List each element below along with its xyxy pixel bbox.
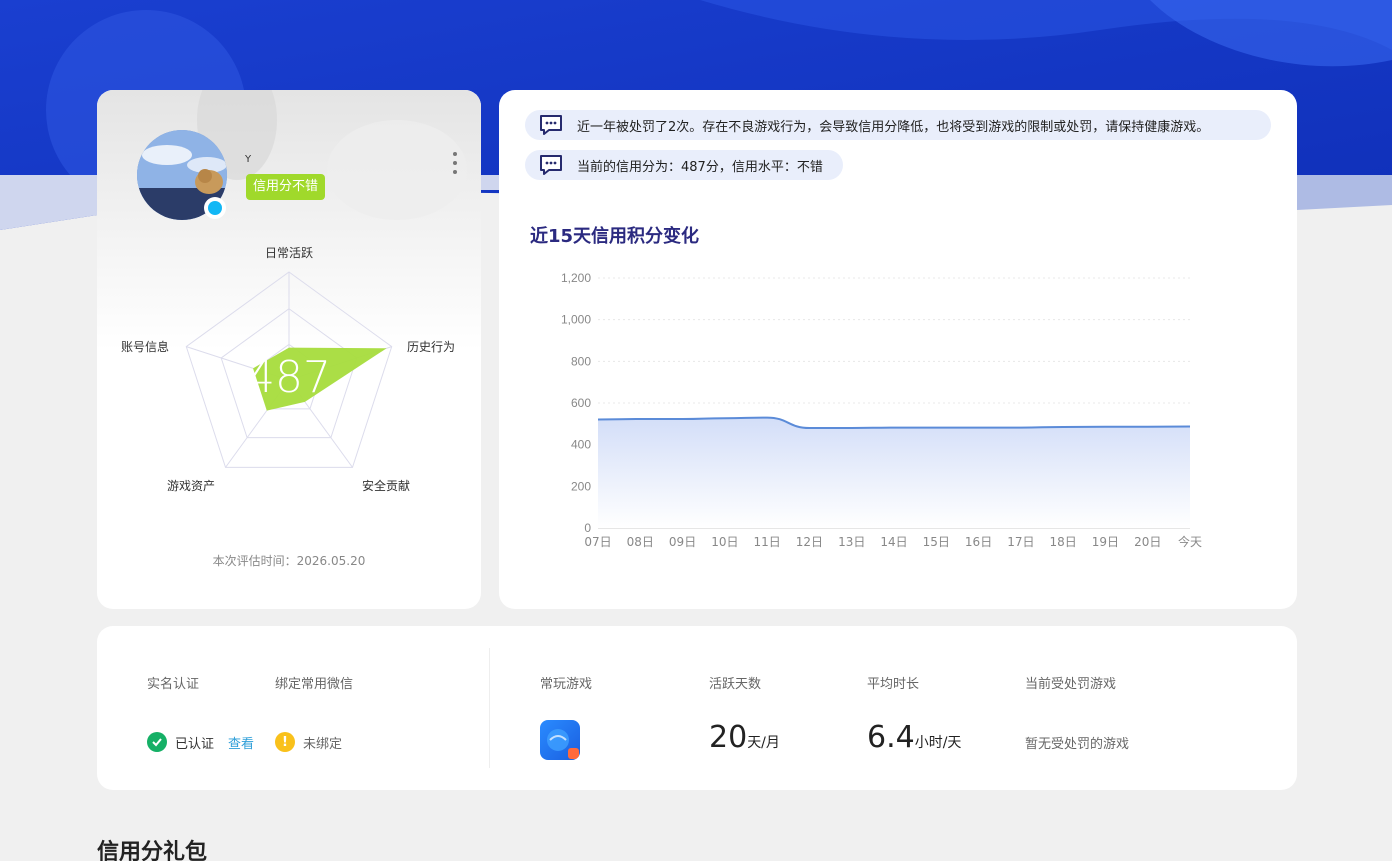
profile-card: Y 信用分不错 日常活跃 历史行为 安全贡献 游戏资产 账号信息 487 本次评… xyxy=(97,90,481,609)
x-tick-label: 17日 xyxy=(1007,535,1034,549)
active-days-value: 20天/月 xyxy=(709,720,780,755)
penalty-notice-text: 近一年被处罚了2次。存在不良游戏行为，会导致信用分降低，也将受到游戏的限制或处罚… xyxy=(577,119,1210,135)
view-realname-link[interactable]: 查看 xyxy=(228,733,254,752)
message-icon xyxy=(540,155,562,175)
gift-section-title: 信用分礼包 xyxy=(97,840,208,861)
avg-duration-value: 6.4小时/天 xyxy=(867,720,961,755)
chart-area xyxy=(598,417,1190,528)
wechat-label: 绑定常用微信 xyxy=(275,677,354,692)
active-days-label: 活跃天数 xyxy=(709,677,762,692)
account-stats-card: 实名认证 绑定常用微信 已认证 查看 ! 未绑定 常玩游戏 活跃天数 20天/月… xyxy=(97,626,1297,790)
x-tick-label: 11日 xyxy=(754,535,781,549)
realname-label: 实名认证 xyxy=(147,677,200,692)
avg-duration-label: 平均时长 xyxy=(867,677,920,692)
y-tick-label: 600 xyxy=(571,396,591,410)
radar-label-history: 历史行为 xyxy=(407,340,456,354)
nickname: Y xyxy=(245,154,252,165)
radar-label-assets: 游戏资产 xyxy=(167,479,216,493)
avg-duration-number: 6.4 xyxy=(867,720,915,755)
y-tick-label: 0 xyxy=(584,521,591,535)
y-tick-label: 800 xyxy=(571,354,591,368)
avg-duration-unit: 小时/天 xyxy=(914,735,962,751)
penalty-notice: 近一年被处罚了2次。存在不良游戏行为，会导致信用分降低，也将受到游戏的限制或处罚… xyxy=(525,110,1271,140)
x-tick-label: 20日 xyxy=(1134,535,1161,549)
credit-line-chart: 0 200 400 600 800 1,000 1,200 07日 08日 09日 10日 11日 1… xyxy=(561,271,1202,549)
y-tick-label: 200 xyxy=(571,479,591,493)
more-options-icon[interactable] xyxy=(449,152,461,174)
credit-chart-card: 近一年被处罚了2次。存在不良游戏行为，会导致信用分降低，也将受到游戏的限制或处罚… xyxy=(499,90,1297,609)
x-tick-label: 14日 xyxy=(880,535,907,549)
qq-icon xyxy=(204,197,226,219)
y-tick-label: 400 xyxy=(571,438,591,452)
chart-title: 近15天信用积分变化 xyxy=(530,226,700,247)
radar-label-daily: 日常活跃 xyxy=(265,246,314,260)
x-tick-label: 19日 xyxy=(1092,535,1119,549)
x-tick-label: 10日 xyxy=(711,535,738,549)
y-tick-label: 1,200 xyxy=(561,271,591,285)
x-tick-label: 今天 xyxy=(1178,534,1202,549)
warning-icon: ! xyxy=(275,732,295,752)
x-tick-label: 12日 xyxy=(796,535,823,549)
y-tick-label: 1,000 xyxy=(561,313,591,327)
x-tick-label: 09日 xyxy=(669,535,696,549)
games-label: 常玩游戏 xyxy=(540,677,593,692)
radar-label-security: 安全贡献 xyxy=(362,479,411,493)
current-score-notice: 当前的信用分为：487分，信用水平：不错 xyxy=(525,150,843,180)
check-icon xyxy=(147,732,167,752)
credit-score: 487 xyxy=(247,352,331,403)
penalty-games-label: 当前受处罚游戏 xyxy=(1025,677,1117,692)
active-days-unit: 天/月 xyxy=(747,735,780,751)
x-tick-label: 08日 xyxy=(627,535,654,549)
x-tick-label: 07日 xyxy=(584,535,611,549)
x-tick-label: 18日 xyxy=(1050,535,1077,549)
divider xyxy=(489,648,490,768)
realname-status: 已认证 查看 xyxy=(147,732,254,752)
wechat-status: ! 未绑定 xyxy=(275,732,342,752)
game-icon[interactable] xyxy=(540,720,580,760)
wechat-status-text: 未绑定 xyxy=(303,736,343,752)
evaluation-time: 本次评估时间：2026.05.20 xyxy=(212,554,366,568)
x-tick-label: 15日 xyxy=(923,535,950,549)
x-tick-label: 13日 xyxy=(838,535,865,549)
penalty-games-value: 暂无受处罚的游戏 xyxy=(1025,737,1130,752)
message-icon xyxy=(540,115,562,135)
x-tick-label: 16日 xyxy=(965,535,992,549)
credit-level-badge: 信用分不错 xyxy=(246,174,326,200)
current-score-notice-text: 当前的信用分为：487分，信用水平：不错 xyxy=(577,159,823,175)
radar-label-account: 账号信息 xyxy=(121,340,170,354)
active-days-number: 20 xyxy=(709,720,748,755)
realname-status-text: 已认证 xyxy=(175,736,215,752)
